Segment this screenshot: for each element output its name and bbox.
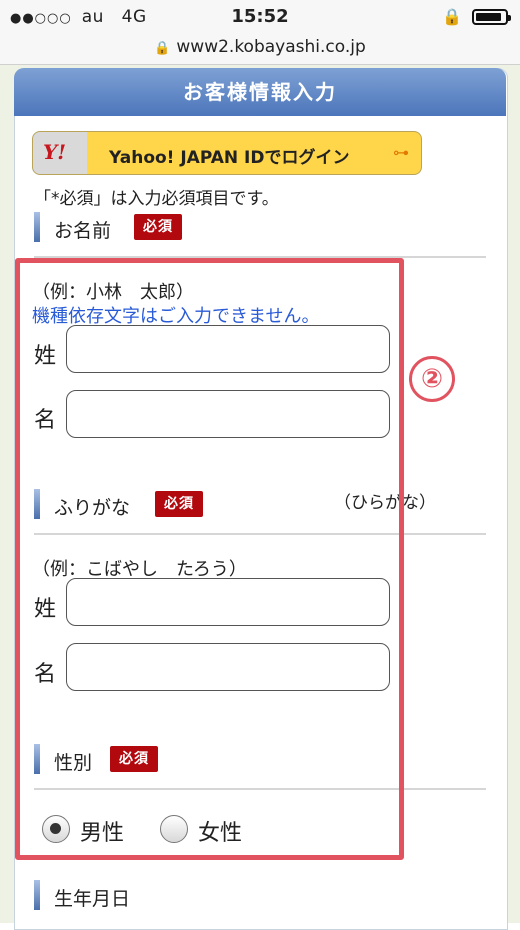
status-bar: ●●○○○ au 4G 15:52 🔒 xyxy=(0,0,520,34)
key-icon: ⊶ xyxy=(393,143,409,162)
name-label: お名前 xyxy=(54,220,112,242)
birthdate-label: 生年月日 xyxy=(54,888,131,910)
yahoo-login-button[interactable]: Y! Yahoo! JAPAN IDでログイン ⊶ xyxy=(32,131,422,175)
battery-level xyxy=(476,13,501,21)
section-bar xyxy=(34,212,40,242)
yahoo-logo-icon: Y! xyxy=(43,140,67,164)
required-note: 「*必須」は入力必須項目です。 xyxy=(34,189,279,209)
annotation-highlight-box xyxy=(15,258,404,860)
yahoo-login-label: Yahoo! JAPAN IDでログイン xyxy=(109,148,350,168)
section-bar xyxy=(34,880,40,910)
battery-icon xyxy=(472,9,511,25)
rotation-lock-icon: 🔒 xyxy=(442,7,462,26)
url-text: www2.kobayashi.co.jp xyxy=(176,37,366,57)
birthdate-section-label: 生年月日 xyxy=(34,880,234,912)
name-section-label: お名前 必須 xyxy=(34,212,234,244)
address-bar[interactable]: 🔒 www2.kobayashi.co.jp xyxy=(0,34,520,65)
panel-title: お客様情報入力 xyxy=(14,68,506,116)
annotation-number: ② xyxy=(409,356,455,402)
padlock-icon: 🔒 xyxy=(154,41,171,56)
required-badge: 必須 xyxy=(134,214,182,240)
